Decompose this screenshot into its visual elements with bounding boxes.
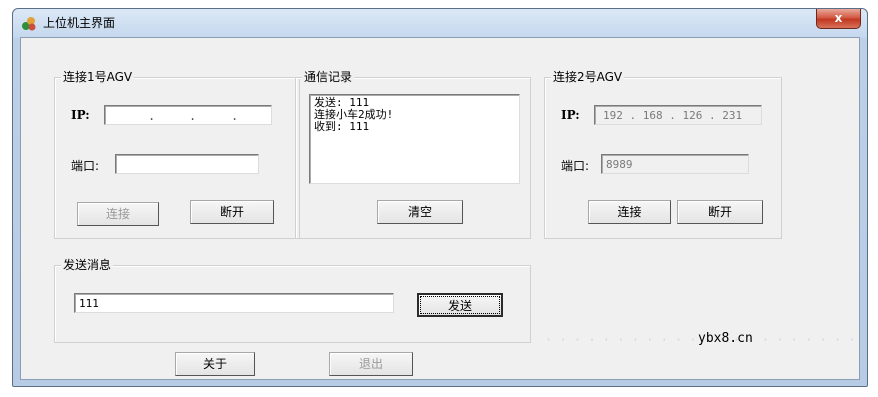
agv2-disconnect-button[interactable]: 断开 — [677, 200, 763, 224]
window-title: 上位机主界面 — [43, 16, 116, 30]
agv2-group: 连接2号AGV IP: 192 . 168 . 126 . 231 端口: 89… — [544, 70, 782, 239]
message-input[interactable]: 111 — [74, 293, 394, 313]
send-group-title: 发送消息 — [61, 258, 114, 272]
agv2-connect-button[interactable]: 连接 — [588, 200, 671, 224]
send-button[interactable]: 发送 — [417, 293, 503, 317]
agv2-group-title: 连接2号AGV — [551, 70, 625, 84]
agv1-port-input[interactable] — [115, 154, 259, 174]
watermark-text: ybx8.cn — [698, 331, 753, 346]
agv1-disconnect-button[interactable]: 断开 — [190, 200, 274, 224]
agv2-ip-input[interactable]: 192 . 168 . 126 . 231 — [594, 105, 762, 125]
comm-log-group: 通信记录 发送: 111 连接小车2成功! 收到: 111 清空 — [295, 70, 531, 239]
agv1-connect-button[interactable]: 连接 — [77, 202, 159, 226]
agv1-group: 连接1号AGV IP: . . . 端口: 连接 断开 — [54, 70, 300, 239]
ip-separator: . — [148, 109, 156, 123]
agv1-ip-label: IP: — [71, 108, 90, 122]
about-button[interactable]: 关于 — [175, 352, 255, 376]
app-icon — [22, 17, 36, 31]
client-area: 连接1号AGV IP: . . . 端口: 连接 断开 通信记录 发送: 111… — [20, 37, 860, 380]
send-message-group: 发送消息 111 发送 — [54, 258, 531, 343]
agv2-port-label: 端口: — [561, 159, 590, 173]
log-line: 收到: 111 — [314, 120, 370, 133]
ip-separator: . — [231, 109, 239, 123]
close-button[interactable]: x — [816, 9, 861, 29]
agv1-ip-input[interactable]: . . . — [104, 105, 272, 125]
agv1-port-label: 端口: — [71, 159, 100, 173]
agv2-port-input[interactable]: 8989 — [601, 154, 749, 174]
ip-separator: . — [189, 109, 197, 123]
exit-button[interactable]: 退出 — [329, 352, 413, 376]
comm-log-textarea[interactable]: 发送: 111 连接小车2成功! 收到: 111 — [309, 94, 520, 184]
screenshot-canvas: 上位机主界面 x 连接1号AGV IP: . . . 端口: 连接 断开 通信记… — [0, 0, 878, 397]
close-icon: x — [834, 11, 843, 25]
title-bar[interactable]: 上位机主界面 x — [13, 9, 867, 37]
agv1-group-title: 连接1号AGV — [61, 70, 135, 84]
clear-button[interactable]: 清空 — [377, 200, 463, 224]
agv2-ip-label: IP: — [561, 108, 580, 122]
comm-group-title: 通信记录 — [302, 70, 355, 84]
